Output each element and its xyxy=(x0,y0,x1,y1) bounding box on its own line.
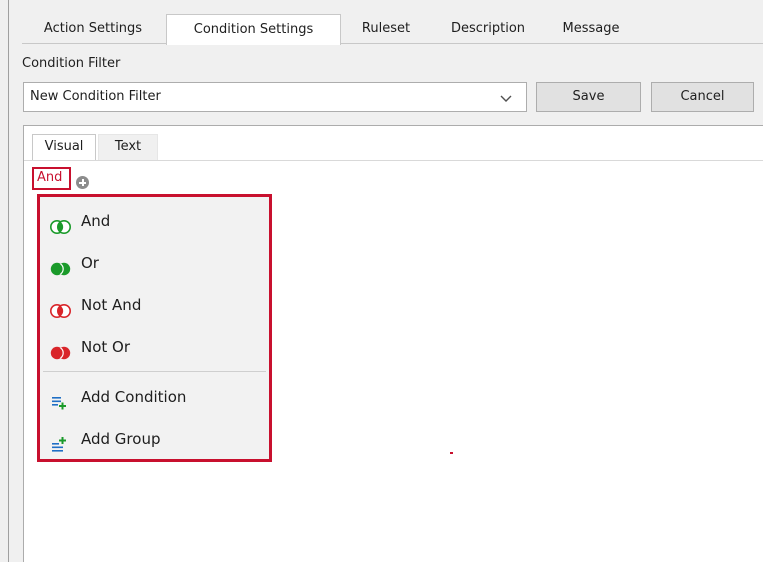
menu-item-label: Not And xyxy=(81,296,142,314)
menu-item-label: Add Condition xyxy=(81,388,187,406)
operator-context-menu: And Or Not And Not Or Add Condition Add … xyxy=(37,194,272,462)
tab-ruleset[interactable]: Ruleset xyxy=(343,14,429,44)
menu-item-label: Not Or xyxy=(81,338,131,356)
save-button[interactable]: Save xyxy=(536,82,641,112)
menu-item-add-condition[interactable]: Add Condition xyxy=(45,381,265,413)
cancel-button[interactable]: Cancel xyxy=(651,82,754,112)
settings-tabstrip: Action Settings Condition Settings Rules… xyxy=(22,14,763,45)
root-operator-token[interactable]: And xyxy=(32,167,71,190)
tab-description[interactable]: Description xyxy=(433,14,543,44)
inner-tabstrip-baseline xyxy=(24,160,763,161)
condition-filter-label: Condition Filter xyxy=(22,56,121,71)
condition-filter-dropdown[interactable]: New Condition Filter xyxy=(23,82,527,112)
tab-action-settings[interactable]: Action Settings xyxy=(22,14,164,44)
menu-item-and[interactable]: And xyxy=(45,205,265,237)
not-and-operator-icon xyxy=(49,298,73,318)
menu-item-label: Or xyxy=(81,254,99,272)
menu-item-label: And xyxy=(81,212,111,230)
condition-filter-value: New Condition Filter xyxy=(30,89,161,104)
menu-item-not-or[interactable]: Not Or xyxy=(45,331,265,363)
menu-item-or[interactable]: Or xyxy=(45,247,265,279)
and-operator-icon xyxy=(49,214,73,234)
add-circle-icon[interactable] xyxy=(76,176,89,189)
menu-item-label: Add Group xyxy=(81,430,161,448)
tab-text[interactable]: Text xyxy=(98,134,158,160)
add-group-icon xyxy=(49,432,73,452)
not-or-operator-icon xyxy=(49,340,73,360)
menu-item-not-and[interactable]: Not And xyxy=(45,289,265,321)
tab-message[interactable]: Message xyxy=(546,14,636,44)
window-left-edge xyxy=(8,0,9,562)
chevron-down-icon[interactable] xyxy=(500,92,512,107)
menu-separator xyxy=(43,371,266,372)
tab-visual[interactable]: Visual xyxy=(32,134,96,160)
menu-item-add-group[interactable]: Add Group xyxy=(45,423,265,455)
canvas-marker xyxy=(450,452,453,454)
tab-condition-settings[interactable]: Condition Settings xyxy=(166,14,341,45)
or-operator-icon xyxy=(49,256,73,276)
add-condition-icon xyxy=(49,390,73,410)
